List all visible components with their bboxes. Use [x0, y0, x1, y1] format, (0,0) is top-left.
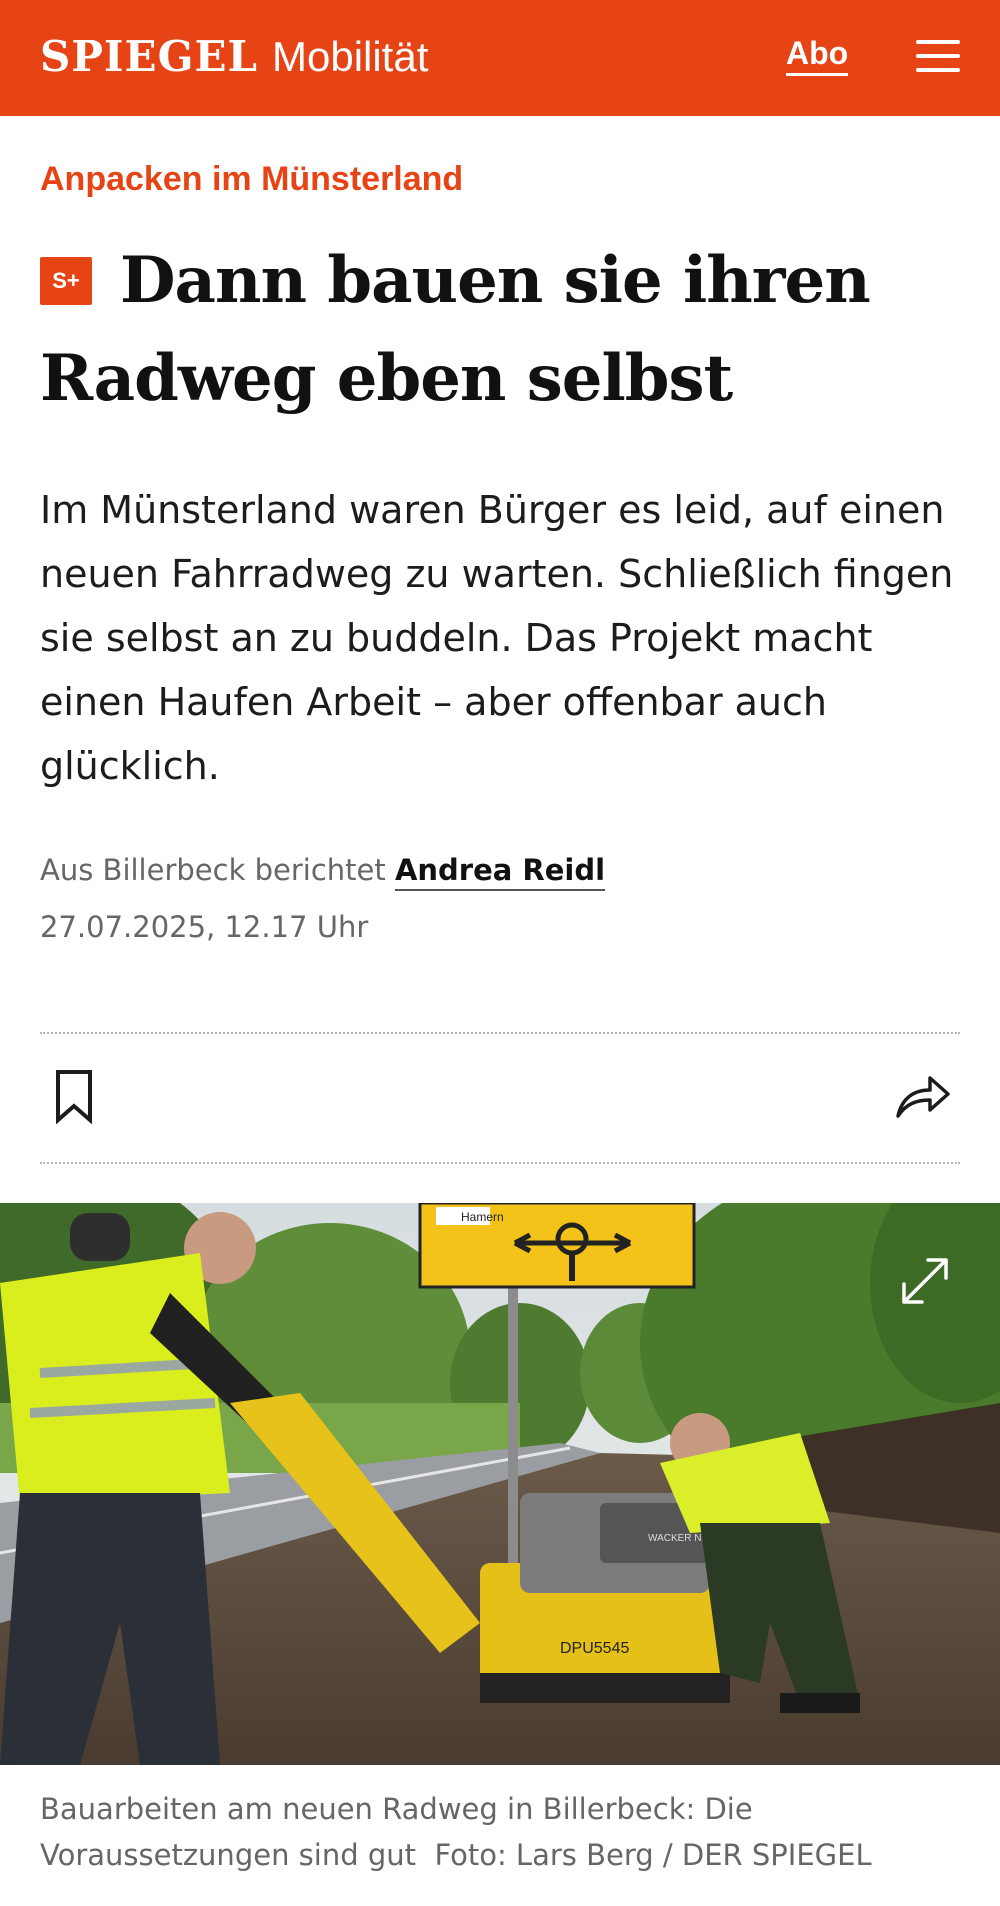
expand-icon[interactable] [896, 1252, 954, 1310]
article-kicker: Anpacken im Münsterland [40, 160, 464, 198]
bookmark-icon[interactable] [52, 1068, 96, 1125]
spiegel-plus-badge: S+ [40, 257, 92, 305]
machine-label: DPU5545 [560, 1640, 629, 1657]
article-teaser: Im Münsterland waren Bürger es leid, auf… [40, 488, 954, 788]
menu-line [916, 54, 960, 58]
author-link[interactable]: Andrea Reidl [394, 853, 606, 891]
site-header: SPIEGEL Mobilität Abo [0, 0, 1000, 116]
article-photo[interactable]: Hamern DPU5545 WACKER NEUSON [0, 1203, 1000, 1765]
article-headline: S+ Dann bauen sie ihren Radweg eben selbs… [40, 232, 960, 428]
share-icon[interactable] [894, 1070, 952, 1122]
sign-text: Hamern [461, 1210, 504, 1224]
menu-line [916, 40, 960, 44]
byline-prefix: Aus Billerbeck berichtet [40, 853, 386, 887]
photo-credit: Foto: Lars Berg / DER SPIEGEL [434, 1838, 872, 1872]
divider-bottom [40, 1162, 960, 1164]
brand-name: SPIEGEL [40, 32, 258, 81]
site-logo[interactable]: SPIEGEL Mobilität [40, 32, 428, 81]
hamburger-menu-icon[interactable] [916, 38, 960, 74]
divider-top [40, 1032, 960, 1034]
byline: Aus Billerbeck berichtet Andrea Reidl [40, 853, 606, 891]
publish-date: 27.07.2025, 12.17 Uhr [40, 910, 369, 944]
photo-caption: Bauarbeiten am neuen Radweg in Billerbec… [40, 1786, 970, 1878]
headline-text: Dann bauen sie ihren Radweg eben selbst [40, 243, 871, 416]
abo-link[interactable]: Abo [786, 35, 849, 77]
menu-line [916, 68, 960, 72]
section-name: Mobilität [271, 33, 429, 80]
